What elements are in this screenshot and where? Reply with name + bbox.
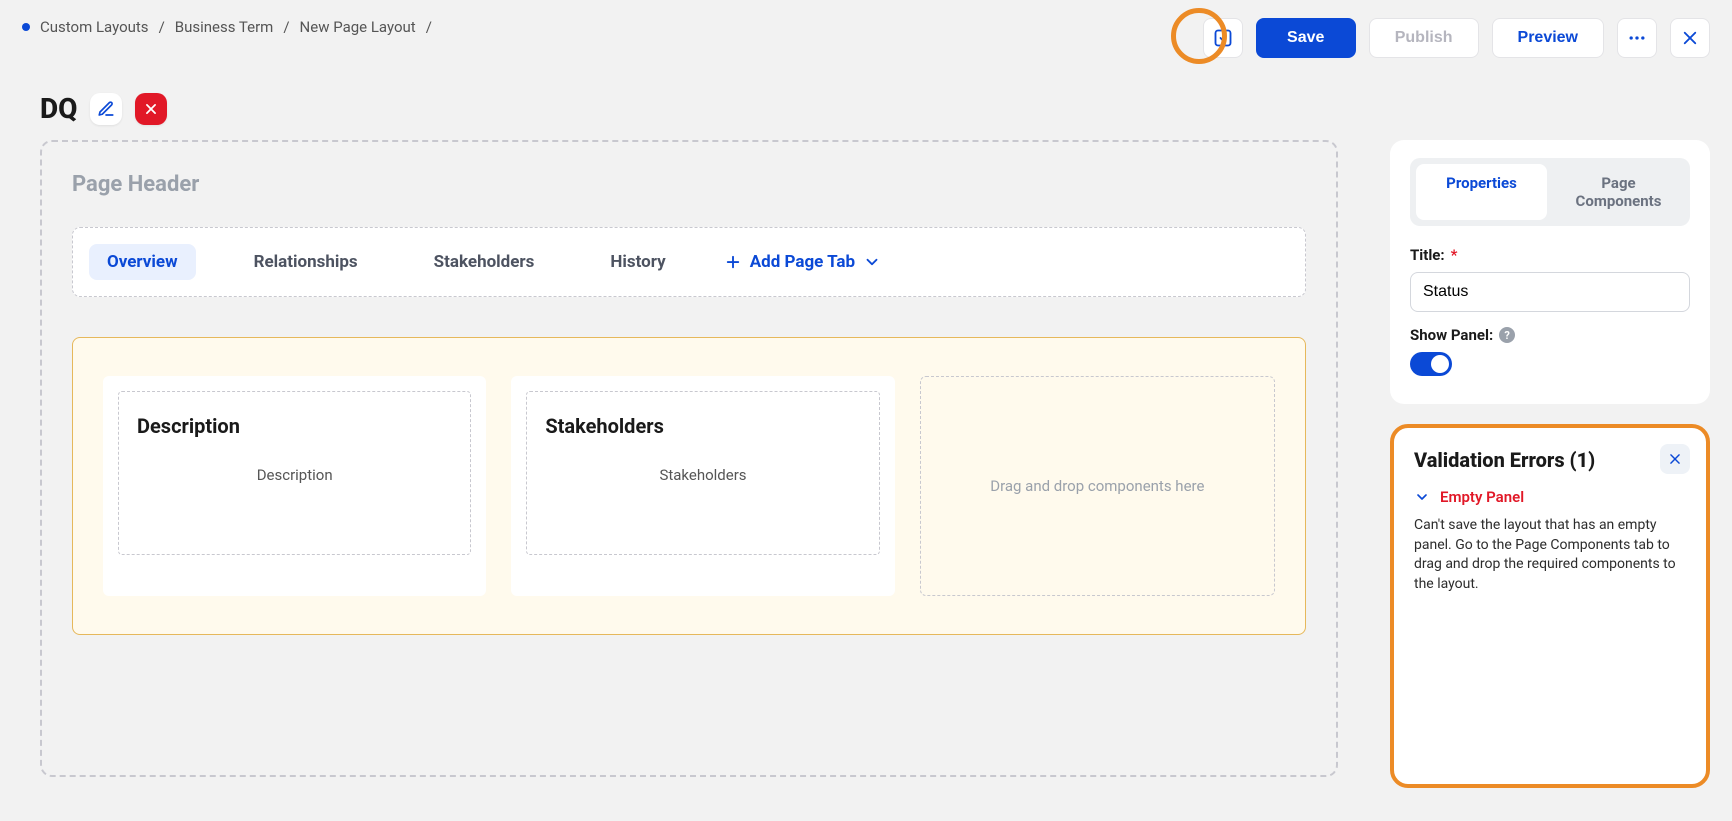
panel-sub: Stakeholders xyxy=(545,466,860,484)
help-icon[interactable]: ? xyxy=(1499,327,1515,343)
validation-errors-card: Validation Errors (1) Empty Panel Can't … xyxy=(1390,424,1710,788)
breadcrumb-dot xyxy=(22,23,30,31)
add-page-tab-button[interactable]: Add Page Tab xyxy=(724,252,881,272)
tab-relationships[interactable]: Relationships xyxy=(236,244,376,280)
close-icon xyxy=(144,102,158,116)
breadcrumb-link-0[interactable]: Custom Layouts xyxy=(40,18,149,36)
panel-stakeholders[interactable]: Stakeholders Stakeholders xyxy=(511,376,894,596)
chevron-down-icon xyxy=(863,253,881,271)
side-tab-properties[interactable]: Properties xyxy=(1416,164,1547,220)
right-sidebar: Properties Page Components Title:* Show … xyxy=(1390,140,1710,788)
panel-sub: Description xyxy=(137,466,452,484)
page-tabs-card: Overview Relationships Stakeholders Hist… xyxy=(72,227,1306,297)
validation-error-item[interactable]: Empty Panel xyxy=(1414,488,1686,506)
preview-button[interactable]: Preview xyxy=(1492,18,1604,58)
publish-button[interactable]: Publish xyxy=(1369,18,1479,58)
tab-history[interactable]: History xyxy=(592,244,683,280)
edit-title-button[interactable] xyxy=(90,93,122,125)
panel-title: Description xyxy=(137,414,452,438)
title-input[interactable] xyxy=(1410,272,1690,312)
properties-card: Properties Page Components Title:* Show … xyxy=(1390,140,1710,404)
breadcrumb-link-2[interactable]: New Page Layout xyxy=(300,18,416,36)
pencil-icon xyxy=(97,100,115,118)
chevron-down-icon xyxy=(1414,489,1430,505)
page-header-label: Page Header xyxy=(72,172,1306,197)
add-page-tab-label: Add Page Tab xyxy=(750,252,855,272)
layout-canvas: Page Header Overview Relationships Stake… xyxy=(40,140,1338,777)
breadcrumb: Custom Layouts / Business Term / New Pag… xyxy=(22,18,432,36)
close-icon xyxy=(1681,29,1699,47)
more-horizontal-icon xyxy=(1627,28,1647,48)
toolbar: Save Publish Preview xyxy=(1203,18,1710,58)
validate-button[interactable] xyxy=(1203,18,1243,58)
page-title: DQ xyxy=(40,92,77,125)
panel-description[interactable]: Description Description xyxy=(103,376,486,596)
validation-close-button[interactable] xyxy=(1660,444,1690,474)
tab-overview[interactable]: Overview xyxy=(89,244,196,280)
drop-target[interactable]: Drag and drop components here xyxy=(920,376,1275,596)
title-field-label: Title:* xyxy=(1410,246,1690,264)
more-button[interactable] xyxy=(1617,18,1657,58)
panel-title: Stakeholders xyxy=(545,414,860,438)
validation-error-name: Empty Panel xyxy=(1440,488,1524,506)
side-tab-components[interactable]: Page Components xyxy=(1553,164,1684,220)
close-button[interactable] xyxy=(1670,18,1710,58)
validation-title: Validation Errors (1) xyxy=(1414,448,1686,472)
checkmark-box-icon xyxy=(1213,28,1233,48)
show-panel-toggle[interactable] xyxy=(1410,352,1452,376)
plus-icon xyxy=(724,253,742,271)
show-panel-label: Show Panel: ? xyxy=(1410,326,1690,344)
close-icon xyxy=(1668,452,1682,466)
tab-stakeholders[interactable]: Stakeholders xyxy=(416,244,553,280)
breadcrumb-link-1[interactable]: Business Term xyxy=(175,18,274,36)
drop-hint: Drag and drop components here xyxy=(990,477,1204,495)
save-button[interactable]: Save xyxy=(1256,18,1356,58)
validation-error-desc: Can't save the layout that has an empty … xyxy=(1414,516,1686,594)
delete-title-button[interactable] xyxy=(135,93,167,125)
panels-row: Description Description Stakeholders Sta… xyxy=(72,337,1306,635)
